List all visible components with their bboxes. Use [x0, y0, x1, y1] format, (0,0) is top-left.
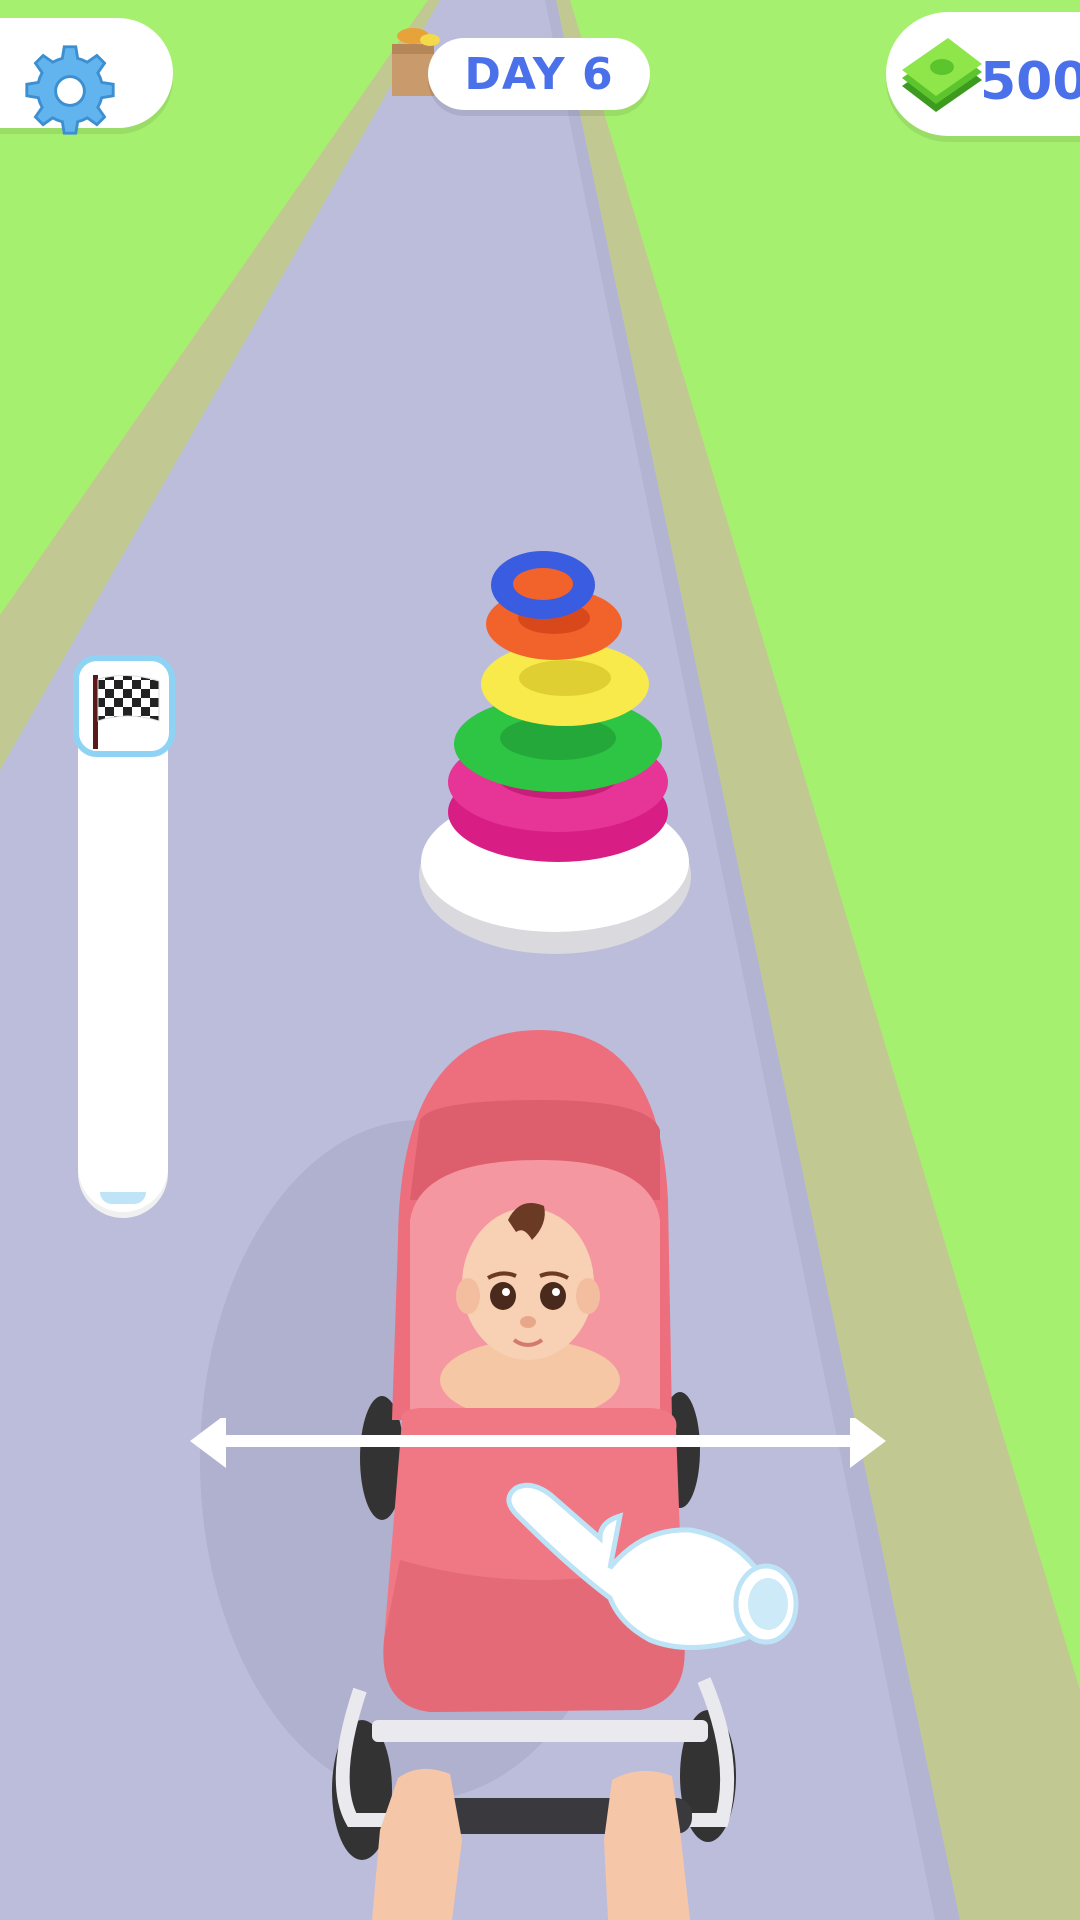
- double-arrow-icon: [190, 1418, 886, 1468]
- pointing-hand-icon: [506, 1482, 799, 1650]
- swipe-tutorial-hint: [190, 1418, 886, 1650]
- finish-flag-badge: [73, 655, 175, 757]
- settings-button[interactable]: [0, 18, 173, 135]
- cash-amount: 500: [980, 52, 1080, 112]
- cash-stack-icon: [902, 38, 982, 112]
- gear-icon: [25, 45, 115, 135]
- day-label: DAY 6: [464, 48, 614, 100]
- cash-counter: 500: [886, 12, 1080, 136]
- level-progress-bar: [78, 700, 168, 1218]
- day-counter: DAY 6: [428, 38, 650, 110]
- level-progress-fill: [100, 1192, 146, 1204]
- checkered-flag-icon: [93, 675, 160, 749]
